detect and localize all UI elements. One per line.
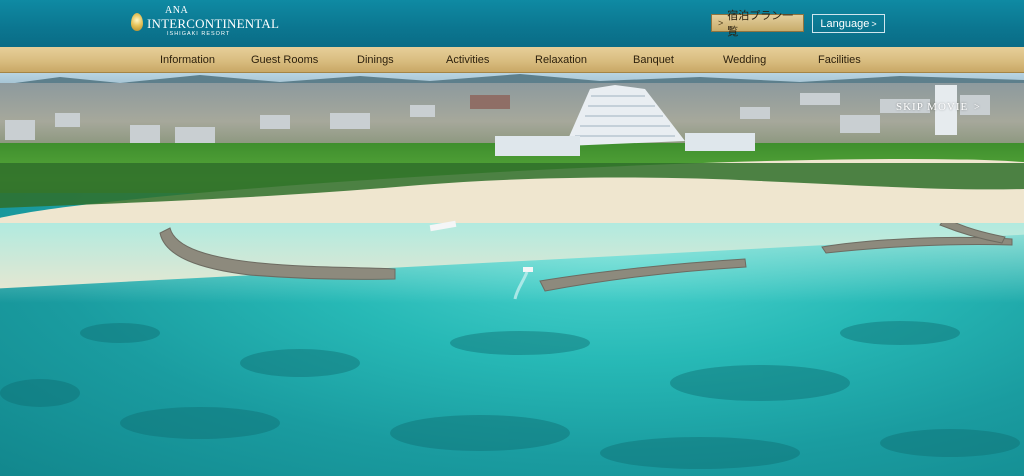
- logo-line-ana: ANA: [165, 5, 189, 17]
- nav-item-activities[interactable]: Activities: [446, 47, 489, 73]
- logo-line-intercontinental: INTERCONTINENTAL: [147, 16, 280, 32]
- hero-reef: [0, 321, 1020, 469]
- skip-movie-button[interactable]: SKIP MOVIE >: [896, 101, 981, 113]
- nav-item-dinings[interactable]: Dinings: [357, 47, 394, 73]
- language-label: Language: [820, 17, 870, 30]
- logo-wordmark: ANA INTERCONTINENTAL ISHIGAKI RESORT: [147, 6, 279, 38]
- logo-line-resort: ISHIGAKI RESORT: [167, 31, 231, 38]
- nav-item-information[interactable]: Information: [160, 47, 215, 73]
- nav-item-guest-rooms[interactable]: Guest Rooms: [251, 47, 318, 73]
- chevron-right-icon: >: [871, 18, 877, 29]
- nav-item-banquet[interactable]: Banquet: [633, 47, 674, 73]
- chevron-right-icon: >: [718, 18, 724, 28]
- nav-item-wedding[interactable]: Wedding: [723, 47, 766, 73]
- nav-item-facilities[interactable]: Facilities: [818, 47, 861, 73]
- main-nav: Information Guest Rooms Dinings Activiti…: [0, 47, 1024, 73]
- hotel-logo[interactable]: ANA INTERCONTINENTAL ISHIGAKI RESORT: [131, 5, 279, 39]
- flame-logo-icon: [131, 13, 143, 31]
- stay-plans-label: 宿泊プラン一覧: [727, 10, 794, 38]
- nav-item-relaxation[interactable]: Relaxation: [535, 47, 587, 73]
- header-bar: ANA INTERCONTINENTAL ISHIGAKI RESORT > 宿…: [0, 0, 1024, 47]
- hero-video[interactable]: SKIP MOVIE >: [0, 73, 1024, 476]
- skip-movie-label: SKIP MOVIE: [896, 101, 969, 113]
- hotel-building: [495, 85, 755, 156]
- stay-plans-button[interactable]: > 宿泊プラン一覧: [711, 10, 804, 38]
- chevron-right-icon: >: [974, 102, 981, 113]
- language-button[interactable]: Language >: [812, 14, 885, 33]
